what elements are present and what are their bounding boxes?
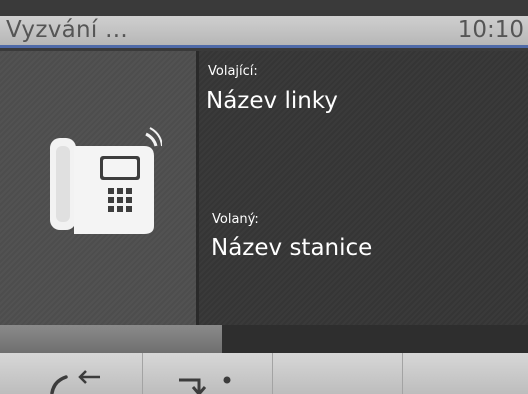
call-state-title: Vyzvání ... bbox=[6, 17, 129, 43]
callee-name: Název stanice bbox=[211, 235, 373, 261]
desk-phone-icon bbox=[50, 127, 162, 234]
softkey-bar bbox=[0, 353, 528, 394]
caller-name: Název linky bbox=[206, 88, 338, 114]
ring-progress-fill bbox=[0, 325, 222, 353]
phone-display: Vyzvání ... 10:10 Volající: Název linky bbox=[0, 0, 528, 394]
softkey-3[interactable] bbox=[273, 353, 403, 394]
softkey-call-deflect[interactable] bbox=[143, 353, 273, 394]
status-bar: Vyzvání ... 10:10 bbox=[0, 16, 528, 48]
call-forward-icon bbox=[50, 370, 100, 394]
call-deflect-icon bbox=[179, 376, 231, 394]
clock: 10:10 bbox=[457, 17, 524, 43]
softkey-call-forward[interactable] bbox=[0, 353, 143, 394]
callee-label: Volaný: bbox=[212, 212, 259, 227]
caller-label: Volající: bbox=[208, 64, 258, 79]
ring-progress-bar bbox=[0, 325, 528, 353]
softkey-4[interactable] bbox=[403, 353, 528, 394]
